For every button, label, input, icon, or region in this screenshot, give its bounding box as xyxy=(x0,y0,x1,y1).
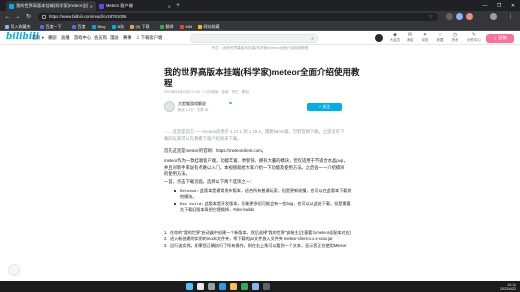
new-tab-button[interactable]: + xyxy=(176,1,180,10)
bookmark-item[interactable]: B站 xyxy=(112,24,124,30)
bookmark-item[interactable]: 翻译 xyxy=(160,24,174,30)
url-input[interactable]: https://www.bilibili.com/read/cv18781006… xyxy=(38,12,438,21)
nav-item-esports[interactable]: 赛事 xyxy=(123,35,132,41)
bookmark-favicon-icon xyxy=(180,24,184,29)
article-paragraph: 首先这里是meteor的官网：https://meteorclient.com。 xyxy=(164,148,266,153)
article-intro: ……这里是前言——meteor适用于 1.17.1 到 1.19.2，需要fab… xyxy=(164,129,345,141)
bookmark-favicon-icon xyxy=(112,24,116,29)
user-avatar[interactable] xyxy=(374,33,384,43)
profile-avatar[interactable] xyxy=(490,13,497,20)
nav-item-download-client[interactable]: ⇩ 下载客户端 xyxy=(136,35,162,41)
lock-icon xyxy=(42,14,46,19)
list-item: Dev build: 此版本是开发版本，功能更多但可能会有一些bug，也可以从此… xyxy=(174,201,352,214)
start-icon[interactable] xyxy=(186,283,193,290)
tab-title: Meteor 客户端 xyxy=(106,3,133,8)
nav-item-live[interactable]: 直播 xyxy=(61,35,70,41)
browser-tab-active[interactable]: 我的世界高版本挂端(科学家)meteor全面介绍使用教程 ✕ xyxy=(6,1,96,11)
store-icon[interactable] xyxy=(252,283,259,290)
bilibili-favicon-icon xyxy=(9,3,14,9)
bookmark-item[interactable]: 百度一下 xyxy=(40,24,62,30)
close-tab-icon[interactable]: ✕ xyxy=(168,4,171,9)
bookmark-favicon-icon xyxy=(160,24,164,29)
system-clock[interactable]: 10:11 2023/4/22 xyxy=(480,283,516,291)
bookmark-star-icon[interactable]: ☆ xyxy=(429,13,433,21)
bookmark-favicon-icon xyxy=(5,24,9,29)
extension-icon[interactable] xyxy=(446,13,453,20)
forward-button[interactable]: → xyxy=(13,12,22,21)
header-creator-center[interactable]: ✎ 创作中心 xyxy=(465,33,483,43)
bookmark-favicon-icon xyxy=(92,24,96,29)
upload-button[interactable]: ⇧ 投稿 xyxy=(486,33,514,43)
edge-icon[interactable] xyxy=(219,283,226,290)
browser-tab-bar: 我的世界高版本挂端(科学家)meteor全面介绍使用教程 ✕ Meteor 客户… xyxy=(0,0,520,11)
article-title: 我的世界高版本挂端(科学家)meteor全面介绍使用教程 xyxy=(164,67,360,88)
download-options-list: Release: 此版本是通常发布版本，适合所有普通玩家，但是更新较慢，也可以在… xyxy=(174,188,352,214)
tab-title: 我的世界高版本挂端(科学家)meteor全面介绍使用教程 xyxy=(16,3,88,8)
taskview-icon[interactable] xyxy=(208,283,215,290)
bookmark-item[interactable]: Bing xyxy=(92,24,106,30)
explorer-icon[interactable] xyxy=(230,283,237,290)
breadcrumb[interactable]: 专栏 > 我的世界高版本挂端(科学家)meteor全面介绍使用教程 xyxy=(0,46,520,51)
article-paragraph: 一首，点击下载页面，选择以下两个选项之一： xyxy=(164,179,255,184)
bookmark-favicon-icon xyxy=(198,24,202,29)
browser-tab[interactable]: Meteor 客户端 ✕ xyxy=(96,1,174,11)
nav-item-anime[interactable]: 番剧 xyxy=(48,35,57,41)
bookmarks-bar: 导入收藏夹 百度一下 百度 Bing B站 (5) 下载 翻译 MM 网站收藏 xyxy=(0,22,520,31)
follow-button[interactable]: + 关注 xyxy=(307,103,342,111)
chevron-down-icon: ▾ xyxy=(41,35,44,40)
header-favorites[interactable]: ☆ 收藏 xyxy=(433,33,447,43)
terminal-icon[interactable] xyxy=(263,283,270,290)
extension-icon[interactable] xyxy=(466,13,473,20)
site-header: bilibili 首页 ▾ 番剧 直播 游戏中心 会员购 漫画 赛事 ⇩ 下载客… xyxy=(0,31,520,45)
bookmark-favicon-icon xyxy=(130,24,134,29)
search-icon[interactable]: ⌕ xyxy=(311,35,314,43)
bookmark-favicon-icon xyxy=(40,24,44,29)
close-tab-icon[interactable]: ✕ xyxy=(90,4,93,9)
back-button[interactable]: ← xyxy=(3,12,12,21)
bookmark-item[interactable]: (5) 下载 xyxy=(130,24,150,30)
install-steps-list: 1. 在你的"我的世界"启动器中创建一个新版本，然后选择"我的世界"安装主(注意要… xyxy=(164,230,354,249)
bookmark-item[interactable]: 网站收藏 xyxy=(198,24,220,30)
chrome-icon[interactable] xyxy=(241,283,248,290)
minimize-button[interactable]: — xyxy=(478,0,492,11)
search-input[interactable]: ⌕ xyxy=(190,33,318,43)
bookmark-favicon-icon xyxy=(72,24,76,29)
close-window-button[interactable]: ✕ xyxy=(506,0,520,11)
nav-item-shop[interactable]: 会员购 xyxy=(94,35,107,41)
address-bar-row: ← → ↻ https://www.bilibili.com/read/cv18… xyxy=(0,11,520,22)
bookmark-item[interactable]: MM xyxy=(180,24,192,30)
bookmark-item[interactable]: 百度 xyxy=(72,24,86,30)
reload-button[interactable]: ↻ xyxy=(24,12,33,21)
header-messages[interactable]: ✉ 消息 xyxy=(403,33,417,43)
page-viewport: bilibili 首页 ▾ 番剧 直播 游戏中心 会员购 漫画 赛事 ⇩ 下载客… xyxy=(0,31,520,281)
article-meta: 2022年09月20日 17:30 · 1.2万阅读 · 游戏 · 专栏 · 原… xyxy=(164,90,249,94)
windows-taskbar: 10:11 2023/4/22 xyxy=(0,281,520,292)
article-paragraph: meteor作为一款挂端客户端，功能丰富、更新快、拥有大量的模块，但仅适用于不适… xyxy=(164,158,348,177)
maximize-button[interactable]: ❐ xyxy=(492,0,506,11)
nav-item-home[interactable]: 首页 ▾ xyxy=(32,35,44,41)
url-text: https://www.bilibili.com/read/cv18781006 xyxy=(49,14,127,19)
nav-item-manga[interactable]: 漫画 xyxy=(110,35,119,41)
upload-icon: ⇧ xyxy=(493,35,497,41)
list-item: 3. 运行该实例。如果您正确执行了所有操作，则在右上角可以看到一个文本，显示您正在… xyxy=(164,242,347,248)
browser-menu-icon[interactable]: ⋮ xyxy=(506,12,515,21)
extension-icon[interactable] xyxy=(456,13,463,20)
author-avatar[interactable] xyxy=(164,101,175,112)
search-icon[interactable] xyxy=(197,283,204,290)
download-icon: ⇩ xyxy=(136,35,140,40)
header-vip[interactable]: ◆ 大会员 xyxy=(388,33,402,43)
nav-item-game-center[interactable]: 游戏中心 xyxy=(74,35,91,41)
meteor-favicon-icon xyxy=(99,3,104,9)
charge-icon[interactable]: ⚭ xyxy=(228,101,235,108)
header-dynamics[interactable]: ✦ 动态 xyxy=(418,33,432,43)
author-stats: 粉丝 1.2万 · 文章 36 xyxy=(178,108,209,112)
back-to-top-button[interactable] xyxy=(8,264,20,276)
list-item: Release: 此版本是通常发布版本，适合所有普通玩家，但是更新较慢，也可以在… xyxy=(174,188,352,201)
header-history[interactable]: ◷ 历史 xyxy=(448,33,462,43)
bookmark-item[interactable]: 导入收藏夹 xyxy=(5,24,31,30)
